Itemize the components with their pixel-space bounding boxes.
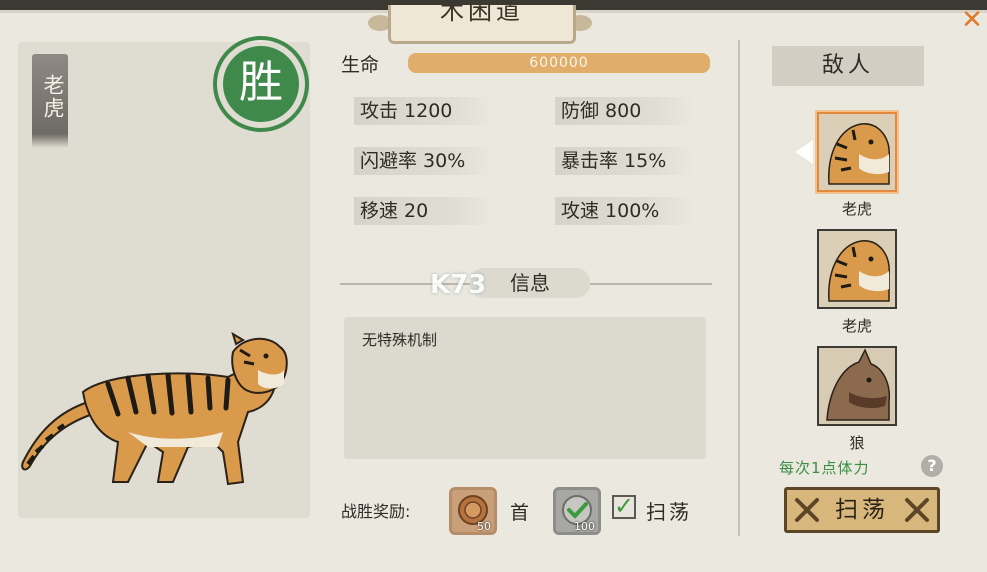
enemy-portrait-panel: 老虎 胜 bbox=[18, 36, 310, 518]
description-box: 无特殊机制 bbox=[344, 317, 706, 459]
stat-attack-speed: 攻速 100% bbox=[555, 197, 695, 225]
enemy-name-2: 老虎 bbox=[841, 317, 872, 335]
column-separator bbox=[738, 40, 740, 536]
wolf-face-icon bbox=[819, 348, 895, 424]
stat-crit: 暴击率 15% bbox=[555, 147, 695, 175]
sweep-checkbox-label: 扫荡 bbox=[646, 500, 692, 524]
tiger-face-icon bbox=[819, 114, 895, 190]
enemy-name-3: 狼 bbox=[849, 434, 865, 452]
enemy-name-label: 老虎 bbox=[41, 74, 65, 120]
tiger-illustration bbox=[21, 331, 288, 486]
stamina-cost-text: 每次1点体力 bbox=[779, 459, 870, 477]
reward-coin-item[interactable]: 50 bbox=[449, 487, 497, 535]
first-clear-tag: 首 bbox=[510, 502, 530, 524]
sweep-checkbox[interactable]: ✓ bbox=[612, 494, 636, 519]
enemy-name-1: 老虎 bbox=[841, 200, 872, 218]
reward-silver-item[interactable]: 100 bbox=[553, 487, 601, 535]
reward-label: 战胜奖励: bbox=[341, 502, 411, 521]
crossed-swords-icon bbox=[905, 498, 929, 522]
crossed-swords-icon bbox=[795, 498, 819, 522]
question-icon[interactable]: ? bbox=[921, 455, 943, 477]
sweep-button-label: 扫荡 bbox=[835, 497, 889, 523]
description-text: 无特殊机制 bbox=[362, 331, 438, 349]
enemy-card-tiger-2[interactable] bbox=[817, 229, 897, 309]
stat-defense: 防御 800 bbox=[555, 97, 695, 125]
victory-badge: 胜 bbox=[213, 36, 309, 132]
enemy-list-header: 敌人 bbox=[772, 46, 924, 86]
life-bar: 600000 bbox=[408, 53, 710, 73]
life-label: 生命 bbox=[341, 54, 380, 76]
watermark-logo: K73 bbox=[430, 270, 487, 300]
window-title-tab: 木困道 bbox=[388, 5, 576, 44]
info-section-title: 信息 bbox=[470, 268, 590, 298]
victory-badge-text: 胜 bbox=[223, 46, 299, 122]
enemy-name-banner: 老虎 bbox=[32, 54, 68, 148]
stat-move-speed: 移速 20 bbox=[354, 197, 494, 225]
info-divider-right bbox=[590, 283, 712, 285]
stat-attack: 攻击 1200 bbox=[354, 97, 494, 125]
close-icon[interactable]: ✕ bbox=[961, 7, 983, 33]
selected-arrow-icon bbox=[795, 140, 813, 164]
enemy-card-tiger-1[interactable] bbox=[817, 112, 897, 192]
sweep-button[interactable]: 扫荡 bbox=[784, 487, 940, 533]
stat-dodge: 闪避率 30% bbox=[354, 147, 494, 175]
coin-count: 50 bbox=[477, 520, 491, 533]
tiger-face-icon bbox=[819, 231, 895, 307]
window-title: 木困道 bbox=[440, 5, 524, 25]
enemy-card-wolf[interactable] bbox=[817, 346, 897, 426]
life-value: 600000 bbox=[529, 55, 589, 71]
silver-count: 100 bbox=[574, 520, 595, 533]
